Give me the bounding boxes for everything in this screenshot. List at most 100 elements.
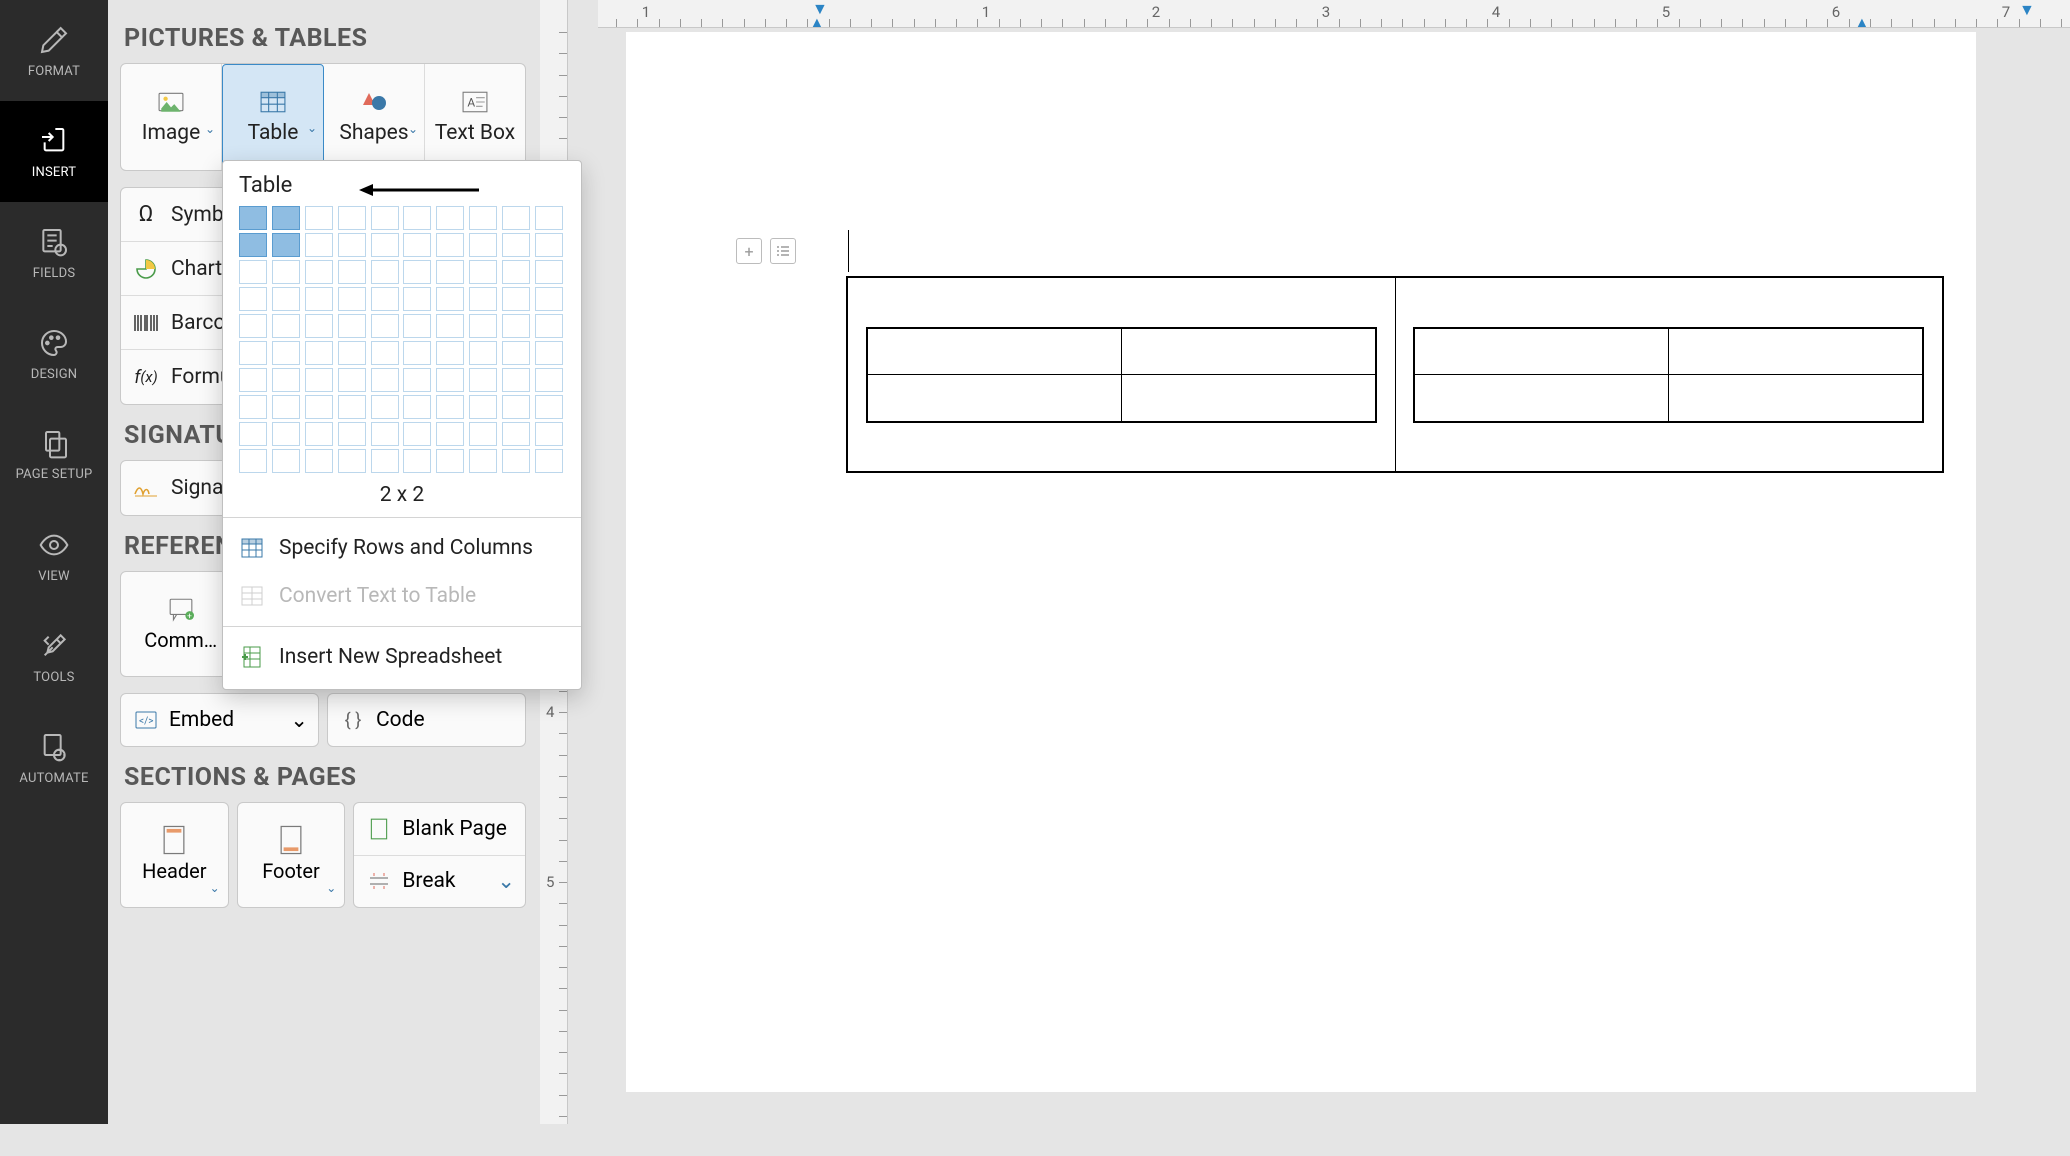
grid-cell[interactable] bbox=[436, 233, 464, 257]
grid-cell[interactable] bbox=[403, 206, 431, 230]
grid-cell[interactable] bbox=[305, 260, 333, 284]
rail-item-automate[interactable]: AUTOMATE bbox=[0, 707, 108, 808]
grid-cell[interactable] bbox=[272, 206, 300, 230]
outer-cell[interactable] bbox=[1395, 277, 1943, 472]
inner-table[interactable] bbox=[866, 327, 1377, 423]
grid-cell[interactable] bbox=[272, 233, 300, 257]
grid-cell[interactable] bbox=[338, 206, 366, 230]
insert-spreadsheet-item[interactable]: Insert New Spreadsheet bbox=[239, 633, 565, 681]
inner-cell[interactable] bbox=[867, 328, 1121, 375]
grid-cell[interactable] bbox=[502, 368, 530, 392]
grid-cell[interactable] bbox=[371, 260, 399, 284]
grid-cell[interactable] bbox=[239, 233, 267, 257]
grid-cell[interactable] bbox=[535, 206, 563, 230]
rail-item-page-setup[interactable]: PAGE SETUP bbox=[0, 404, 108, 505]
grid-cell[interactable] bbox=[535, 368, 563, 392]
grid-cell[interactable] bbox=[436, 260, 464, 284]
grid-cell[interactable] bbox=[338, 341, 366, 365]
grid-cell[interactable] bbox=[338, 260, 366, 284]
grid-cell[interactable] bbox=[305, 287, 333, 311]
grid-cell[interactable] bbox=[371, 395, 399, 419]
grid-cell[interactable] bbox=[305, 233, 333, 257]
grid-cell[interactable] bbox=[469, 260, 497, 284]
grid-cell[interactable] bbox=[305, 395, 333, 419]
indent-marker-icon[interactable]: ▲ bbox=[809, 13, 825, 28]
grid-cell[interactable] bbox=[272, 449, 300, 473]
grid-cell[interactable] bbox=[239, 395, 267, 419]
grid-cell[interactable] bbox=[535, 260, 563, 284]
grid-cell[interactable] bbox=[272, 422, 300, 446]
inner-table[interactable] bbox=[1413, 327, 1924, 423]
grid-cell[interactable] bbox=[338, 233, 366, 257]
header-button[interactable]: ⌄ Header bbox=[120, 802, 229, 908]
grid-cell[interactable] bbox=[272, 314, 300, 338]
grid-cell[interactable] bbox=[272, 341, 300, 365]
grid-cell[interactable] bbox=[272, 368, 300, 392]
grid-cell[interactable] bbox=[469, 206, 497, 230]
grid-cell[interactable] bbox=[469, 395, 497, 419]
grid-cell[interactable] bbox=[272, 260, 300, 284]
inner-cell[interactable] bbox=[1414, 375, 1668, 422]
grid-cell[interactable] bbox=[239, 341, 267, 365]
inner-cell[interactable] bbox=[1414, 328, 1668, 375]
grid-cell[interactable] bbox=[502, 314, 530, 338]
grid-cell[interactable] bbox=[436, 314, 464, 338]
grid-cell[interactable] bbox=[272, 287, 300, 311]
rail-item-format[interactable]: FORMAT bbox=[0, 0, 108, 101]
grid-cell[interactable] bbox=[502, 233, 530, 257]
embed-button[interactable]: </> Embed ⌄ bbox=[120, 693, 319, 747]
grid-cell[interactable] bbox=[305, 206, 333, 230]
grid-cell[interactable] bbox=[338, 449, 366, 473]
text-box-button[interactable]: A Text Box bbox=[425, 64, 525, 170]
grid-cell[interactable] bbox=[436, 341, 464, 365]
grid-cell[interactable] bbox=[535, 233, 563, 257]
grid-cell[interactable] bbox=[502, 287, 530, 311]
add-row-handle[interactable]: + bbox=[736, 238, 762, 264]
rail-item-tools[interactable]: TOOLS bbox=[0, 606, 108, 707]
grid-cell[interactable] bbox=[469, 287, 497, 311]
rail-item-view[interactable]: VIEW bbox=[0, 505, 108, 606]
grid-cell[interactable] bbox=[371, 314, 399, 338]
inner-cell[interactable] bbox=[867, 375, 1121, 422]
grid-cell[interactable] bbox=[502, 395, 530, 419]
grid-cell[interactable] bbox=[338, 368, 366, 392]
grid-cell[interactable] bbox=[436, 422, 464, 446]
grid-cell[interactable] bbox=[305, 422, 333, 446]
rail-item-fields[interactable]: FIELDS bbox=[0, 202, 108, 303]
grid-cell[interactable] bbox=[502, 449, 530, 473]
grid-cell[interactable] bbox=[469, 368, 497, 392]
grid-cell[interactable] bbox=[338, 395, 366, 419]
grid-cell[interactable] bbox=[371, 368, 399, 392]
grid-cell[interactable] bbox=[371, 341, 399, 365]
grid-cell[interactable] bbox=[469, 422, 497, 446]
rail-item-design[interactable]: DESIGN bbox=[0, 303, 108, 404]
grid-cell[interactable] bbox=[502, 206, 530, 230]
grid-cell[interactable] bbox=[403, 260, 431, 284]
grid-cell[interactable] bbox=[403, 233, 431, 257]
grid-cell[interactable] bbox=[436, 449, 464, 473]
grid-cell[interactable] bbox=[338, 314, 366, 338]
specify-rows-cols-item[interactable]: Specify Rows and Columns bbox=[239, 524, 565, 572]
code-button[interactable]: { } Code bbox=[327, 693, 526, 747]
grid-cell[interactable] bbox=[272, 395, 300, 419]
grid-cell[interactable] bbox=[403, 422, 431, 446]
grid-cell[interactable] bbox=[239, 422, 267, 446]
grid-cell[interactable] bbox=[535, 395, 563, 419]
grid-cell[interactable] bbox=[239, 449, 267, 473]
grid-cell[interactable] bbox=[502, 422, 530, 446]
rail-item-insert[interactable]: INSERT bbox=[0, 101, 108, 202]
grid-cell[interactable] bbox=[436, 287, 464, 311]
grid-cell[interactable] bbox=[535, 422, 563, 446]
grid-cell[interactable] bbox=[239, 368, 267, 392]
outer-cell[interactable] bbox=[847, 277, 1395, 472]
grid-cell[interactable] bbox=[305, 341, 333, 365]
break-button[interactable]: Break ⌄ bbox=[354, 856, 525, 908]
grid-cell[interactable] bbox=[403, 368, 431, 392]
grid-cell[interactable] bbox=[305, 368, 333, 392]
grid-cell[interactable] bbox=[436, 395, 464, 419]
shapes-button[interactable]: ⌄ Shapes bbox=[324, 64, 425, 170]
grid-cell[interactable] bbox=[469, 341, 497, 365]
document-page[interactable]: + bbox=[626, 32, 1976, 1092]
outer-table[interactable] bbox=[846, 276, 1944, 473]
table-size-grid[interactable] bbox=[239, 206, 565, 473]
